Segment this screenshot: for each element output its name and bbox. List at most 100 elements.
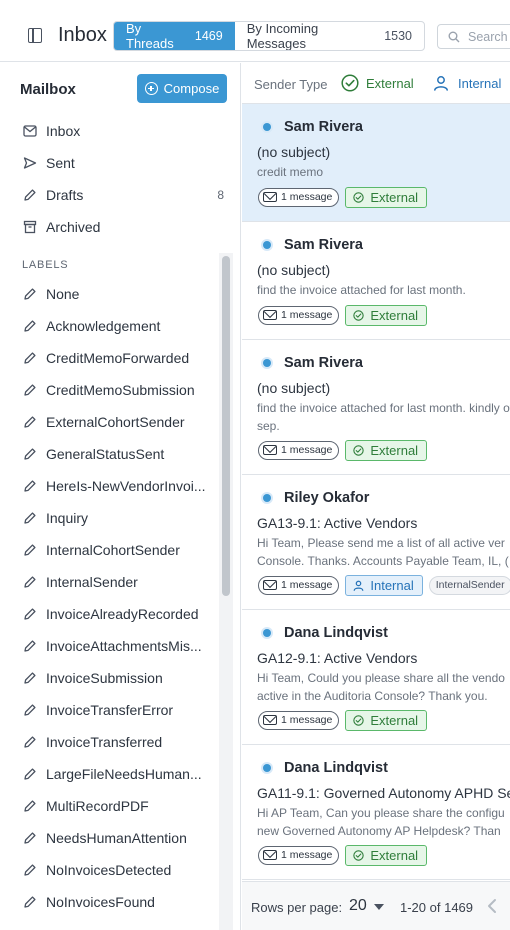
filter-external-label: External <box>366 75 414 91</box>
sidebar-label-item[interactable]: InvoiceSubmission <box>0 662 218 694</box>
thread-preview: credit memo <box>257 165 324 179</box>
message-count-chip: 1 message <box>258 440 340 460</box>
type-badge-label: Internal <box>370 577 414 593</box>
sidebar-label-text: Inquiry <box>46 510 89 526</box>
check-circle-icon <box>353 444 365 456</box>
sidebar-item-label: Inbox <box>46 123 81 139</box>
unread-dot <box>263 241 271 249</box>
sidebar-scrollbar-thumb[interactable] <box>222 256 230 596</box>
check-circle-icon <box>341 74 359 92</box>
filter-internal[interactable]: Internal <box>433 73 501 93</box>
sidebar-label-text: InvoiceTransferred <box>46 734 163 750</box>
drafts-count: 8 <box>217 188 224 202</box>
pencil-icon <box>24 800 36 812</box>
sidebar-item-label: Archived <box>46 219 101 235</box>
pencil-icon <box>24 832 36 844</box>
sidebar-label-text: InvoiceAttachmentsMis... <box>46 638 202 654</box>
sidebar-label-item[interactable]: Inquiry <box>0 502 218 534</box>
send-icon <box>23 157 37 169</box>
sidebar-item-inbox[interactable]: Inbox <box>0 115 240 147</box>
message-count: 1 message <box>281 714 333 726</box>
thread-preview: find the invoice attached for last month… <box>257 401 510 433</box>
sender-type-label: Sender Type <box>254 77 328 92</box>
sidebar-label-item[interactable]: HereIs-NewVendorInvoi... <box>0 470 218 502</box>
sidebar-item-label: Drafts <box>46 187 84 203</box>
sidebar-label-text: LargeFileNeedsHuman... <box>46 766 202 782</box>
sidebar-label-item[interactable]: LargeFileNeedsHuman... <box>0 758 218 790</box>
check-circle-icon <box>353 714 365 726</box>
pencil-icon <box>24 512 36 524</box>
thread-preview: find the invoice attached for last month… <box>257 283 466 297</box>
pencil-icon <box>24 704 36 716</box>
tab-by-threads[interactable]: By Threads 1469 <box>114 22 235 50</box>
envelope-icon <box>263 580 277 590</box>
sidebar-label-item[interactable]: MultiRecordPDF <box>0 790 218 822</box>
sidebar-label-text: HereIs-NewVendorInvoi... <box>46 478 206 494</box>
view-toggle: By Threads 1469 By Incoming Messages 153… <box>113 21 425 51</box>
type-badge-label: External <box>370 442 419 458</box>
sidebar-label-item[interactable]: InvoiceAlreadyRecorded <box>0 598 218 630</box>
rows-per-page-select[interactable]: 20 <box>349 897 384 915</box>
external-badge: External <box>345 844 428 866</box>
sidebar-label-item[interactable]: InvoiceAttachmentsMis... <box>0 630 218 662</box>
pencil-icon <box>24 448 36 460</box>
sidebar-item-archived[interactable]: Archived <box>0 211 240 243</box>
compose-label: Compose <box>163 81 220 96</box>
thread-row[interactable]: Sam Rivera (no subject) find the invoice a… <box>242 222 510 340</box>
sidebar-label-item[interactable]: Acknowledgement <box>0 310 218 342</box>
type-badge-label: External <box>370 847 419 863</box>
thread-row[interactable]: Dana Lindqvist GA11-9.1: Governed Autonom… <box>242 745 510 880</box>
sidebar-label-item[interactable]: InternalCohortSender <box>0 534 218 566</box>
thread-subject: GA12-9.1: Active Vendors <box>257 650 418 666</box>
thread-row[interactable]: Riley Okafor GA13-9.1: Active Vendors Hi T… <box>242 475 510 610</box>
chevron-left-icon[interactable] <box>485 898 499 914</box>
sidebar-label-text: MultiRecordPDF <box>46 798 149 814</box>
tab-by-incoming-messages[interactable]: By Incoming Messages 1530 <box>235 22 424 50</box>
thread-tags: 1 message External <box>258 844 433 866</box>
filter-external[interactable]: External <box>341 73 414 93</box>
compose-button[interactable]: Compose <box>137 74 227 103</box>
message-count: 1 message <box>281 579 333 591</box>
pencil-icon <box>24 736 36 748</box>
sidebar-item-drafts[interactable]: Drafts 8 <box>0 179 240 211</box>
filter-internal-label: Internal <box>458 75 502 91</box>
pencil-icon <box>24 352 36 364</box>
search-input[interactable]: Search <box>437 24 510 49</box>
rows-per-page-label: Rows per page: <box>251 900 343 915</box>
sidebar-label-item[interactable]: InvoiceTransferError <box>0 694 218 726</box>
thread-row[interactable]: Sam Rivera (no subject) credit memo 1 messa… <box>242 104 510 222</box>
sidebar-toggle-icon[interactable] <box>28 28 42 43</box>
sidebar-label-text: NeedsHumanAttention <box>46 830 187 846</box>
sidebar-label-item[interactable]: CreditMemoForwarded <box>0 342 218 374</box>
type-badge-label: External <box>370 189 419 205</box>
message-count-chip: 1 message <box>258 575 340 595</box>
pencil-icon <box>24 640 36 652</box>
sidebar-label-item[interactable]: NoInvoicesFound <box>0 886 218 918</box>
thread-sender: Sam Rivera <box>284 119 363 135</box>
thread-sender: Sam Rivera <box>284 355 363 371</box>
sidebar-label-item[interactable]: GeneralStatusSent <box>0 438 218 470</box>
thread-row[interactable]: Sam Rivera (no subject) find the invoice a… <box>242 340 510 475</box>
sidebar-label-item[interactable]: None <box>0 278 218 310</box>
thread-sender: Sam Rivera <box>284 237 363 253</box>
envelope-icon <box>263 850 277 860</box>
sidebar-label-item[interactable]: ExternalCohortSender <box>0 406 218 438</box>
sidebar-label-text: InvoiceTransferError <box>46 702 174 718</box>
sidebar-label-item[interactable]: InvoiceTransferred <box>0 726 218 758</box>
thread-row[interactable]: Dana Lindqvist GA12-9.1: Active Vendors Hi… <box>242 610 510 745</box>
sidebar-item-sent[interactable]: Sent <box>0 147 240 179</box>
sidebar-label-item[interactable]: CreditMemoSubmission <box>0 374 218 406</box>
envelope-icon <box>263 715 277 725</box>
sidebar-label-item[interactable]: NoInvoicesDetected <box>0 854 218 886</box>
thread-sender: Dana Lindqvist <box>284 760 388 776</box>
pagination-bar: Rows per page: 20 1-20 of 1469 <box>242 881 510 930</box>
sidebar-label-text: InvoiceSubmission <box>46 670 163 686</box>
pencil-icon <box>24 544 36 556</box>
check-circle-icon <box>353 849 365 861</box>
sidebar-label-item[interactable]: NeedsHumanAttention <box>0 822 218 854</box>
label-badge: InternalSender <box>428 575 510 595</box>
sidebar-label-text: CreditMemoSubmission <box>46 382 195 398</box>
top-header: Inbox By Threads 1469 By Incoming Messag… <box>0 0 510 62</box>
sidebar-label-item[interactable]: InternalSender <box>0 566 218 598</box>
thread-subject: GA11-9.1: Governed Autonomy APHD Set <box>257 785 510 801</box>
